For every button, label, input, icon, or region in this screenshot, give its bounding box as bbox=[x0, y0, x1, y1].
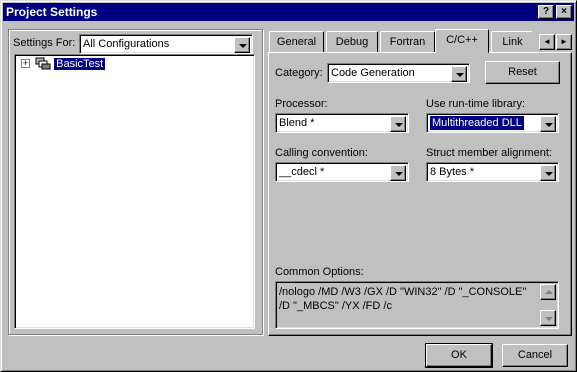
processor-label: Processor: bbox=[275, 98, 328, 110]
chevron-down-icon[interactable] bbox=[390, 116, 406, 132]
calling-convention-label: Calling convention: bbox=[275, 147, 368, 159]
tab-link[interactable]: Link bbox=[491, 31, 533, 53]
chevron-down-icon[interactable] bbox=[540, 116, 556, 132]
category-dropdown[interactable]: Code Generation bbox=[327, 63, 470, 83]
common-options-scrollbar[interactable] bbox=[540, 284, 556, 326]
settings-for-value: All Configurations bbox=[83, 38, 170, 50]
tree-item-basictest[interactable]: + BasicTest bbox=[21, 57, 106, 73]
common-options-line: /D "_MBCS" /YX /FD /c bbox=[279, 300, 392, 312]
calling-convention-value: __cdecl * bbox=[279, 166, 325, 178]
tree-item-label: BasicTest bbox=[54, 57, 106, 70]
tab-cpp[interactable]: C/C++ bbox=[435, 29, 489, 53]
title-bar: Project Settings ? × bbox=[3, 3, 574, 21]
chevron-down-icon[interactable] bbox=[540, 165, 556, 181]
project-tree[interactable]: + BasicTest bbox=[14, 54, 255, 329]
settings-for-dropdown[interactable]: All Configurations bbox=[79, 34, 253, 54]
common-options-label: Common Options: bbox=[275, 266, 364, 278]
calling-convention-dropdown[interactable]: __cdecl * bbox=[275, 162, 409, 182]
struct-alignment-value: 8 Bytes * bbox=[430, 166, 475, 178]
ok-button[interactable]: OK bbox=[425, 343, 493, 368]
cancel-button[interactable]: Cancel bbox=[502, 344, 568, 367]
chevron-down-icon[interactable] bbox=[451, 66, 467, 82]
processor-dropdown[interactable]: Blend * bbox=[275, 113, 409, 133]
struct-alignment-dropdown[interactable]: 8 Bytes * bbox=[426, 162, 559, 182]
chevron-down-icon[interactable] bbox=[234, 37, 250, 53]
scroll-down-icon[interactable] bbox=[540, 310, 556, 326]
runtime-library-label: Use run-time library: bbox=[426, 98, 526, 110]
common-options-textarea[interactable]: /nologo /MD /W3 /GX /D "WIN32" /D "_CONS… bbox=[275, 281, 559, 329]
struct-alignment-label: Struct member alignment: bbox=[426, 147, 552, 159]
project-settings-dialog: Project Settings ? × Settings For: All C… bbox=[0, 0, 577, 372]
common-options-line: /nologo /MD /W3 /GX /D "WIN32" /D "_CONS… bbox=[279, 286, 527, 298]
dialog-title: Project Settings bbox=[6, 5, 98, 19]
runtime-library-dropdown[interactable]: Multithreaded DLL bbox=[426, 113, 559, 133]
tab-debug[interactable]: Debug bbox=[326, 31, 378, 53]
chevron-down-icon[interactable] bbox=[390, 165, 406, 181]
tab-general[interactable]: General bbox=[269, 31, 324, 53]
tab-scroll-right-icon[interactable]: ► bbox=[556, 34, 572, 50]
processor-value: Blend * bbox=[279, 117, 315, 129]
tab-scroll-left-icon[interactable]: ◄ bbox=[539, 34, 555, 50]
category-value: Code Generation bbox=[331, 67, 415, 79]
tab-fortran[interactable]: Fortran bbox=[380, 31, 435, 53]
runtime-library-value: Multithreaded DLL bbox=[430, 116, 524, 130]
settings-for-label: Settings For: bbox=[13, 37, 76, 49]
reset-button[interactable]: Reset bbox=[485, 61, 560, 84]
tree-expand-icon[interactable]: + bbox=[21, 59, 30, 68]
category-label: Category: bbox=[275, 67, 323, 79]
close-button[interactable]: × bbox=[556, 5, 572, 19]
scroll-up-icon[interactable] bbox=[540, 284, 556, 300]
help-button[interactable]: ? bbox=[538, 5, 554, 19]
project-icon bbox=[35, 57, 51, 70]
